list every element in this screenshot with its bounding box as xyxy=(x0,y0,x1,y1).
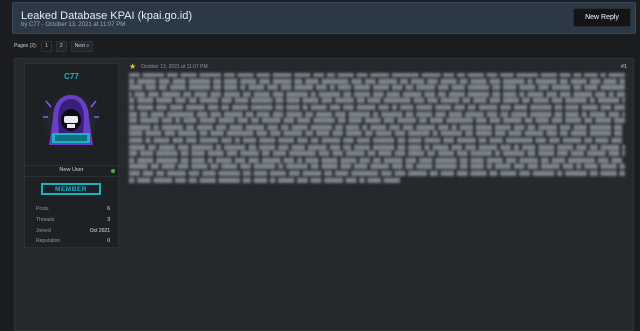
post: C77 New User MEMBER Posts 6 Threads 3 Jo… xyxy=(14,58,634,331)
author-username[interactable]: C77 xyxy=(25,72,118,81)
stat-value[interactable]: 6 xyxy=(107,206,110,212)
author-user-title: New User xyxy=(59,167,84,173)
new-reply-button[interactable]: New Reply xyxy=(573,8,631,27)
author-title-row: New User xyxy=(25,165,118,177)
hooded-hacker-avatar-icon[interactable] xyxy=(42,89,100,149)
stat-reputation: Reputation 0 xyxy=(36,237,110,245)
thread-header: Leaked Database KPAI (kpai.go.id) by C77… xyxy=(12,2,636,34)
pagination: Pages (2): 1 2 Next » xyxy=(14,40,94,52)
page-link-2[interactable]: 2 xyxy=(55,40,67,52)
stat-joined: Joined Oct 2021 xyxy=(36,227,110,235)
post-number-link[interactable]: #1 xyxy=(621,64,627,70)
stat-label: Threads xyxy=(36,217,55,223)
stat-label: Joined xyxy=(36,228,51,234)
blurred-leak-content: ████ ████████ ████ ██████ ████████ ████ … xyxy=(129,73,625,184)
pagination-label: Pages (2): xyxy=(14,43,38,49)
stat-label: Reputation xyxy=(36,238,61,244)
stat-threads: Threads 3 xyxy=(36,216,110,224)
thread-meta[interactable]: by C77 - October 13, 2021 at 11:07 PM xyxy=(21,22,125,28)
stat-value[interactable]: 0 xyxy=(107,238,110,244)
page-link-1[interactable]: 1 xyxy=(41,40,52,52)
post-date: October 13, 2021 at 11:07 PM xyxy=(141,64,208,70)
next-page-link[interactable]: Next » xyxy=(70,40,94,52)
star-icon: ★ xyxy=(129,62,137,71)
author-card: C77 New User MEMBER Posts 6 Threads 3 Jo… xyxy=(24,63,119,248)
post-body: ★ October 13, 2021 at 11:07 PM #1 ████ █… xyxy=(125,59,633,330)
stat-value: Oct 2021 xyxy=(89,228,110,234)
online-status-icon xyxy=(111,169,115,173)
stat-value[interactable]: 3 xyxy=(107,217,110,223)
thread-title: Leaked Database KPAI (kpai.go.id) xyxy=(21,10,193,22)
stat-label: Posts xyxy=(36,206,49,212)
member-rank-badge: MEMBER xyxy=(41,183,101,195)
stat-posts: Posts 6 xyxy=(36,205,110,213)
